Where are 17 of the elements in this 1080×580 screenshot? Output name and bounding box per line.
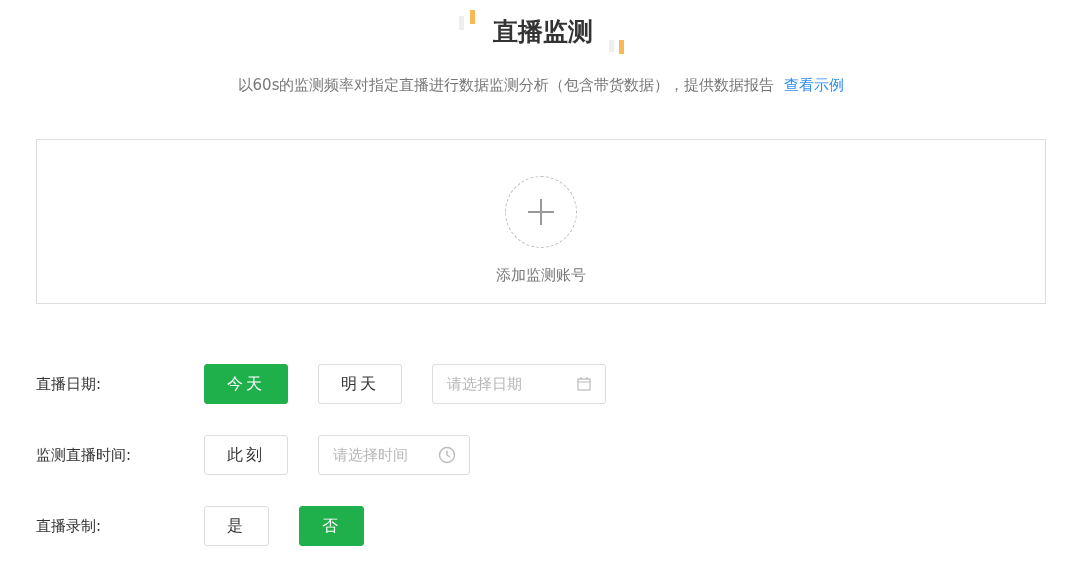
calendar-icon: [576, 376, 592, 392]
example-link[interactable]: 查看示例: [784, 76, 845, 94]
description-text: 以60s的监测频率对指定直播进行数据监测分析（包含带货数据），提供数据报告 查看示例: [236, 76, 846, 95]
field-label: 直播录制:: [36, 516, 103, 536]
option-button[interactable]: 是: [204, 506, 269, 546]
clock-icon: [438, 446, 456, 464]
field-label: 监测直播时间:: [36, 445, 133, 465]
decoration-icon: [458, 10, 477, 32]
decoration-icon: [608, 40, 624, 54]
option-button[interactable]: 此刻: [204, 435, 288, 475]
plus-icon: [528, 199, 554, 225]
page-title: 直播监测: [492, 16, 593, 48]
option-button[interactable]: 明天: [318, 364, 402, 404]
add-account-label: 添加监测账号: [496, 266, 586, 285]
field-label: 直播日期:: [36, 374, 103, 394]
date-field[interactable]: 请选择日期: [432, 364, 606, 404]
time-field[interactable]: 请选择时间: [318, 435, 470, 475]
